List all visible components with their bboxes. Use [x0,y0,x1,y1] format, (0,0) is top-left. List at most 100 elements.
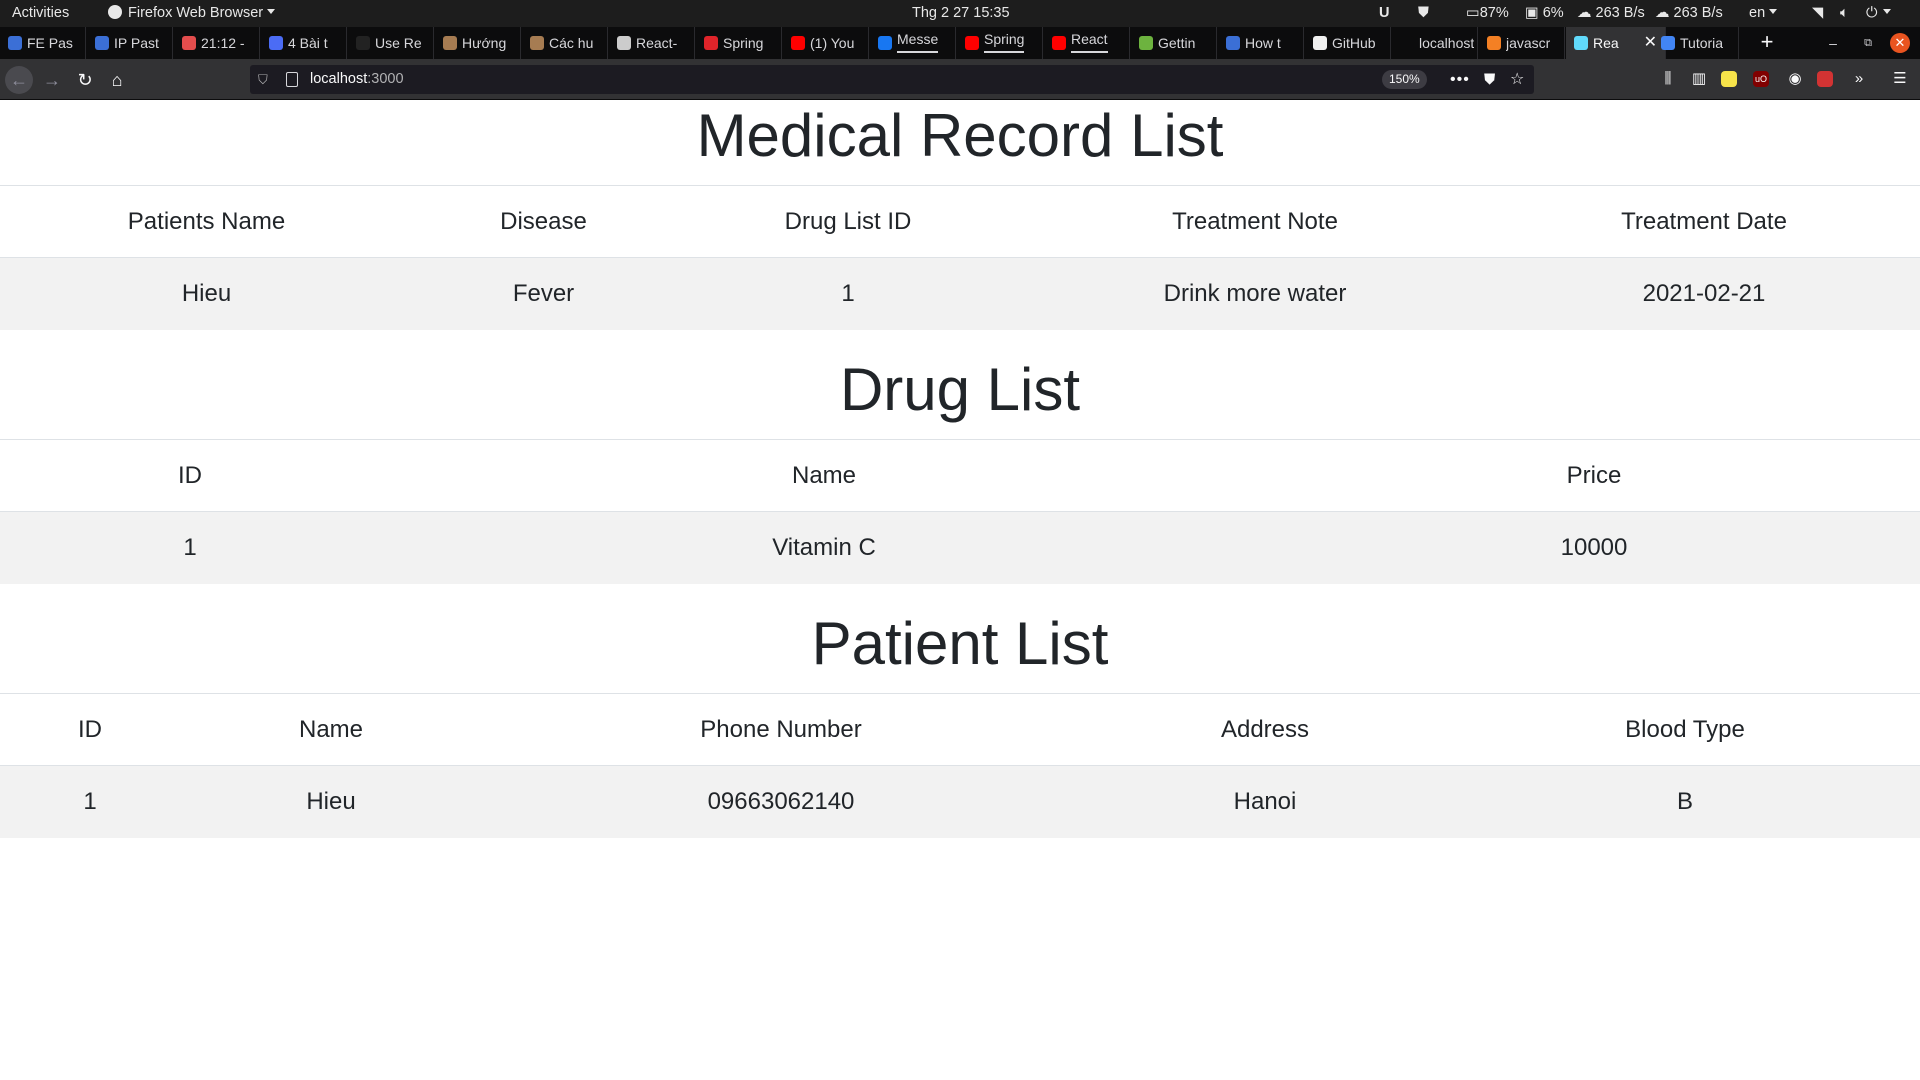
patient-list-table: ID Name Phone Number Address Blood Type … [0,693,1920,838]
system-top-bar: Activities Firefox Web Browser Thg 2 27 … [0,0,1920,27]
volume-icon[interactable]: 🔈︎ [1840,0,1849,27]
battery-value: 87% [1479,5,1509,21]
overflow-menu-icon[interactable]: » [1849,69,1869,89]
extension-icon[interactable] [1817,71,1833,87]
table-row: Hieu Fever 1 Drink more water 2021-02-21 [0,257,1920,330]
medical-record-table: Patients Name Disease Drug List ID Treat… [0,185,1920,330]
browser-tab[interactable]: javascr [1479,27,1565,59]
tab-label: localhost [1419,35,1475,51]
browser-tab[interactable]: 21:12 - [174,27,260,59]
browser-tab[interactable]: (1) You [783,27,869,59]
forward-button[interactable]: → [38,66,66,94]
browser-tab[interactable]: Messe [870,27,956,59]
activities-button[interactable]: Activities [12,0,69,27]
tab-label: React [1071,27,1108,53]
browser-tab[interactable]: React- [609,27,695,59]
column-header: Phone Number [482,693,1080,766]
page-actions-icon[interactable]: ••• [1450,65,1470,94]
extension-icon[interactable] [1721,71,1737,87]
shield-icon[interactable]: ⛊ [1418,0,1429,27]
battery-indicator[interactable]: ▭87% [1466,0,1509,27]
back-button[interactable]: ← [5,66,33,94]
table-header-row: ID Name Phone Number Address Blood Type [0,693,1920,766]
close-window-button[interactable]: ✕ [1890,33,1910,53]
browser-tab[interactable]: Spring [957,27,1043,59]
language-selector[interactable]: en [1749,0,1778,27]
disk-value: 6% [1542,5,1564,21]
chevron-down-icon [1769,9,1778,14]
browser-tab[interactable]: Gettin [1131,27,1217,59]
cell-drug-id: 1 [0,511,380,584]
browser-tab[interactable]: Spring [696,27,782,59]
download-value: 263 B/s [1673,5,1723,21]
download-cloud-icon: ☁ [1655,5,1670,21]
cell-patient-name: Hieu [0,257,413,330]
tab-label: Spring [984,27,1025,53]
tab-strip: FE Pas IP Past 21:12 - 4 Bài t Use Re Hướng Cá… [0,27,1920,59]
browser-tab[interactable]: Các hu [522,27,608,59]
bookmark-star-icon[interactable]: ☆ [1510,65,1524,94]
address-bar[interactable]: ⛉ localhost:3000 150% ••• ⛊ ☆ [250,65,1534,94]
app-menu[interactable]: Firefox Web Browser [108,0,276,27]
tab-label: (1) You [810,35,855,51]
tab-label: React- [636,35,678,51]
browser-tab[interactable]: IP Past [87,27,173,59]
column-header: Drug List ID [674,185,1022,258]
zoom-indicator[interactable]: 150% [1382,70,1427,89]
browser-tab[interactable]: Use Re [348,27,434,59]
column-header: Blood Type [1450,693,1920,766]
favicon-icon [1400,36,1414,50]
hamburger-menu-icon[interactable]: ☰ [1890,69,1910,89]
ublock-icon[interactable]: uO [1753,71,1769,87]
library-icon[interactable]: ⫼ [1658,69,1678,89]
browser-tab[interactable]: GitHub [1305,27,1391,59]
table-row: 1 Vitamin C 10000 [0,511,1920,584]
upload-cloud-icon: ☁ [1577,5,1592,21]
favicon-icon [704,36,718,50]
maximize-button[interactable]: ⧉ [1857,27,1879,59]
column-header: Address [1080,693,1450,766]
pocket-icon[interactable]: ⛊ [1484,65,1495,94]
tab-label: Use Re [375,35,422,51]
favicon-icon [269,36,283,50]
u-icon[interactable]: U [1379,0,1389,27]
tab-label: Spring [723,35,764,51]
wifi-icon[interactable]: ◥ [1812,0,1823,27]
browser-tab[interactable]: Hướng [435,27,521,59]
browser-tab[interactable]: How t [1218,27,1304,59]
favicon-icon [356,36,370,50]
new-tab-button[interactable]: + [1752,27,1782,59]
browser-tab[interactable]: React [1044,27,1130,59]
tab-label: GitHub [1332,35,1376,51]
cell-disease: Fever [413,257,674,330]
favicon-icon [1139,36,1153,50]
table-header-row: ID Name Price [0,439,1920,512]
download-indicator[interactable]: ☁ 263 B/s [1655,0,1723,27]
cell-address: Hanoi [1080,765,1450,838]
sidebar-icon[interactable]: ▥ [1689,69,1709,89]
url-text[interactable]: localhost:3000 [310,65,404,94]
reload-button[interactable]: ↻ [71,66,99,94]
browser-tab[interactable]: FE Pas [0,27,86,59]
browser-tab[interactable]: localhost [1392,27,1478,59]
favicon-icon [1313,36,1327,50]
browser-tab[interactable]: Rea ✕ [1566,27,1666,59]
column-header: Treatment Date [1488,185,1920,258]
disk-indicator[interactable]: ▣ 6% [1525,0,1564,27]
browser-tab[interactable]: Tutoria [1653,27,1739,59]
tab-label: FE Pas [27,35,73,51]
home-button[interactable]: ⌂ [103,66,131,94]
upload-indicator[interactable]: ☁ 263 B/s [1577,0,1645,27]
clock[interactable]: Thg 2 27 15:35 [912,0,1010,27]
browser-tab[interactable]: 4 Bài t [261,27,347,59]
minimize-button[interactable]: – [1822,27,1844,59]
chevron-down-icon [267,9,276,14]
favicon-icon [8,36,22,50]
tracking-protection-icon[interactable]: ⛉ [258,65,268,94]
medical-record-title: Medical Record List [696,102,1224,169]
account-icon[interactable]: ◉ [1785,69,1805,89]
power-menu[interactable]: ⏻ [1866,0,1892,27]
page-info-icon[interactable] [286,72,298,87]
battery-icon: ▭ [1466,5,1480,21]
cell-patient-name: Hieu [180,765,482,838]
